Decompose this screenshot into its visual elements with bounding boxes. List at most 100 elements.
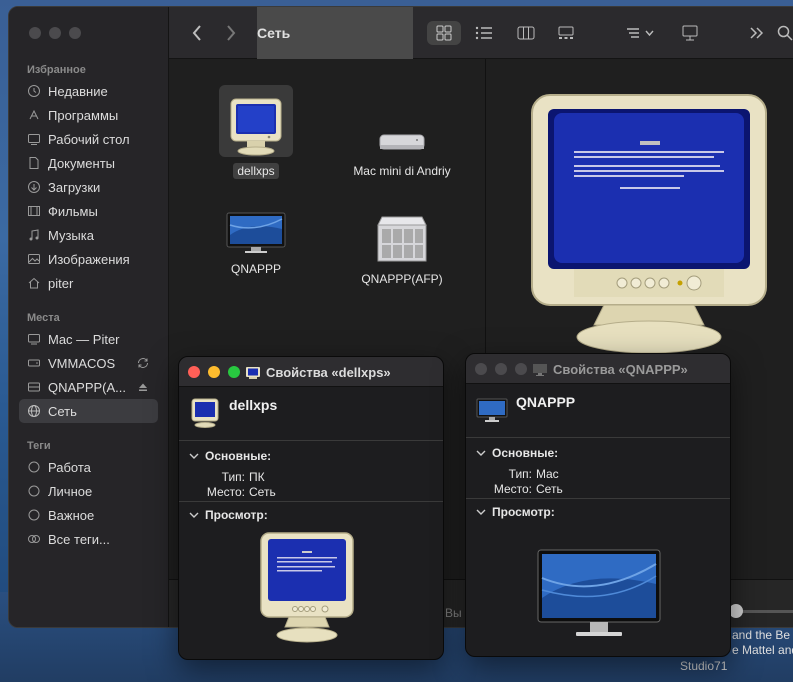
preview-section-toggle[interactable]: Просмотр:: [189, 508, 443, 522]
network-item-qnappp[interactable]: QNAPPP: [196, 205, 316, 277]
crt-monitor-icon: [191, 398, 219, 428]
preview-header: Просмотр:: [205, 508, 268, 522]
minimize-button[interactable]: [495, 363, 507, 375]
sidebar-item[interactable]: Все теги...: [19, 527, 158, 551]
sync-icon[interactable]: [136, 356, 150, 370]
home-icon: [27, 276, 41, 290]
sidebar-item[interactable]: Работа: [19, 455, 158, 479]
sidebar-item[interactable]: Документы: [19, 151, 158, 175]
tags-icon: [27, 532, 41, 546]
toolbar: Сеть: [169, 7, 793, 59]
computer-icon: [27, 332, 41, 346]
crt-monitor-preview: [257, 531, 357, 650]
sidebar-item-label: Изображения: [48, 251, 130, 267]
connect-as-button[interactable]: [675, 21, 705, 45]
where-key: Место:: [493, 482, 532, 496]
sidebar-item-label: Все теги...: [48, 531, 110, 547]
globe-icon: [27, 404, 41, 418]
info-titlebar: Свойства «QNAPPP»: [466, 354, 730, 384]
icon-view-button[interactable]: [427, 21, 461, 45]
apps-icon: [27, 108, 41, 122]
sidebar-section-tags: Теги: [27, 440, 51, 452]
column-view-button[interactable]: [509, 21, 543, 45]
item-label: dellxps: [233, 163, 279, 179]
sidebar-item-label: Важное: [48, 507, 95, 523]
sidebar-item[interactable]: Изображения: [19, 247, 158, 271]
close-button[interactable]: [29, 27, 41, 39]
list-view-button[interactable]: [467, 21, 501, 45]
preview-section: Просмотр:: [179, 502, 443, 522]
where-value: Сеть: [249, 485, 276, 499]
sidebar-item[interactable]: Недавние: [19, 79, 158, 103]
background-text: e Mattel and: [732, 643, 793, 657]
server-icon: [27, 380, 41, 394]
sidebar: Избранное Места Теги Недавние Программы Ра…: [9, 7, 169, 627]
search-icon: [777, 25, 793, 41]
window-controls: [29, 27, 81, 39]
display-preview: [536, 548, 662, 647]
network-item-dellxps[interactable]: dellxps: [196, 85, 316, 179]
film-icon: [27, 204, 41, 218]
item-label: QNAPPP: [230, 262, 281, 276]
sidebar-item[interactable]: Сеть: [19, 399, 158, 423]
zoom-button[interactable]: [515, 363, 527, 375]
display-icon: [219, 205, 293, 255]
list-icon: [475, 26, 492, 40]
minimize-button[interactable]: [208, 366, 220, 378]
sidebar-item[interactable]: Личное: [19, 479, 158, 503]
sidebar-item[interactable]: VMMACOS: [19, 351, 158, 375]
sidebar-section-favorites: Избранное: [27, 64, 86, 76]
chevron-down-icon: [189, 453, 199, 459]
close-button[interactable]: [188, 366, 200, 378]
sidebar-item[interactable]: piter: [19, 271, 158, 295]
close-button[interactable]: [475, 363, 487, 375]
network-item-qnappp-afp[interactable]: QNAPPP(AFP): [342, 205, 462, 287]
sidebar-item[interactable]: Программы: [19, 103, 158, 127]
forward-button[interactable]: [221, 21, 241, 45]
sidebar-item[interactable]: Рабочий стол: [19, 127, 158, 151]
info-name: dellxps: [229, 397, 278, 413]
general-section: Основные: Тип: ПК Место: Сеть: [179, 441, 443, 501]
info-titlebar: Свойства «dellxps»: [179, 357, 443, 387]
search-button[interactable]: [775, 21, 793, 45]
window-controls: [188, 366, 240, 378]
zoom-button[interactable]: [69, 27, 81, 39]
sidebar-item[interactable]: Важное: [19, 503, 158, 527]
slider-knob[interactable]: [729, 604, 743, 618]
display-icon: [476, 398, 508, 422]
sidebar-item[interactable]: Загрузки: [19, 175, 158, 199]
crt-monitor-preview: [522, 89, 776, 362]
sidebar-item[interactable]: QNAPPP(A...: [19, 375, 158, 399]
sidebar-item[interactable]: Музыка: [19, 223, 158, 247]
gallery-view-button[interactable]: [549, 21, 583, 45]
sidebar-item[interactable]: Mac — Piter: [19, 327, 158, 351]
chevron-left-icon: [192, 25, 201, 41]
info-window-dellxps: Свойства «dellxps» dellxps Основные: Тип…: [178, 356, 444, 660]
minimize-button[interactable]: [49, 27, 61, 39]
group-menu-button[interactable]: [621, 21, 661, 45]
info-header: dellxps: [179, 387, 443, 441]
window-controls: [475, 363, 527, 375]
preview-header: Просмотр:: [492, 505, 555, 519]
crt-monitor-icon: [219, 85, 293, 157]
general-section-toggle[interactable]: Основные:: [189, 449, 443, 463]
more-toolbar-button[interactable]: [747, 21, 767, 45]
type-key: Тип:: [508, 467, 532, 481]
display-icon: [533, 363, 547, 376]
photo-icon: [27, 252, 41, 266]
where-value: Сеть: [536, 482, 563, 496]
preview-section-toggle[interactable]: Просмотр:: [476, 505, 730, 519]
sidebar-section-places: Места: [27, 312, 60, 324]
type-value: ПК: [249, 470, 265, 484]
sidebar-item[interactable]: Фильмы: [19, 199, 158, 223]
mac-mini-icon: [365, 85, 439, 157]
eject-icon[interactable]: [136, 380, 150, 394]
zoom-button[interactable]: [228, 366, 240, 378]
sidebar-item-label: Рабочий стол: [48, 131, 130, 147]
gallery-icon: [558, 26, 574, 39]
chevron-right-icon: [227, 25, 236, 41]
network-item-mac-mini[interactable]: Mac mini di Andriy: [342, 85, 462, 179]
back-button[interactable]: [187, 21, 207, 45]
general-section-toggle[interactable]: Основные:: [476, 446, 730, 460]
sidebar-item-label: Недавние: [48, 83, 108, 99]
